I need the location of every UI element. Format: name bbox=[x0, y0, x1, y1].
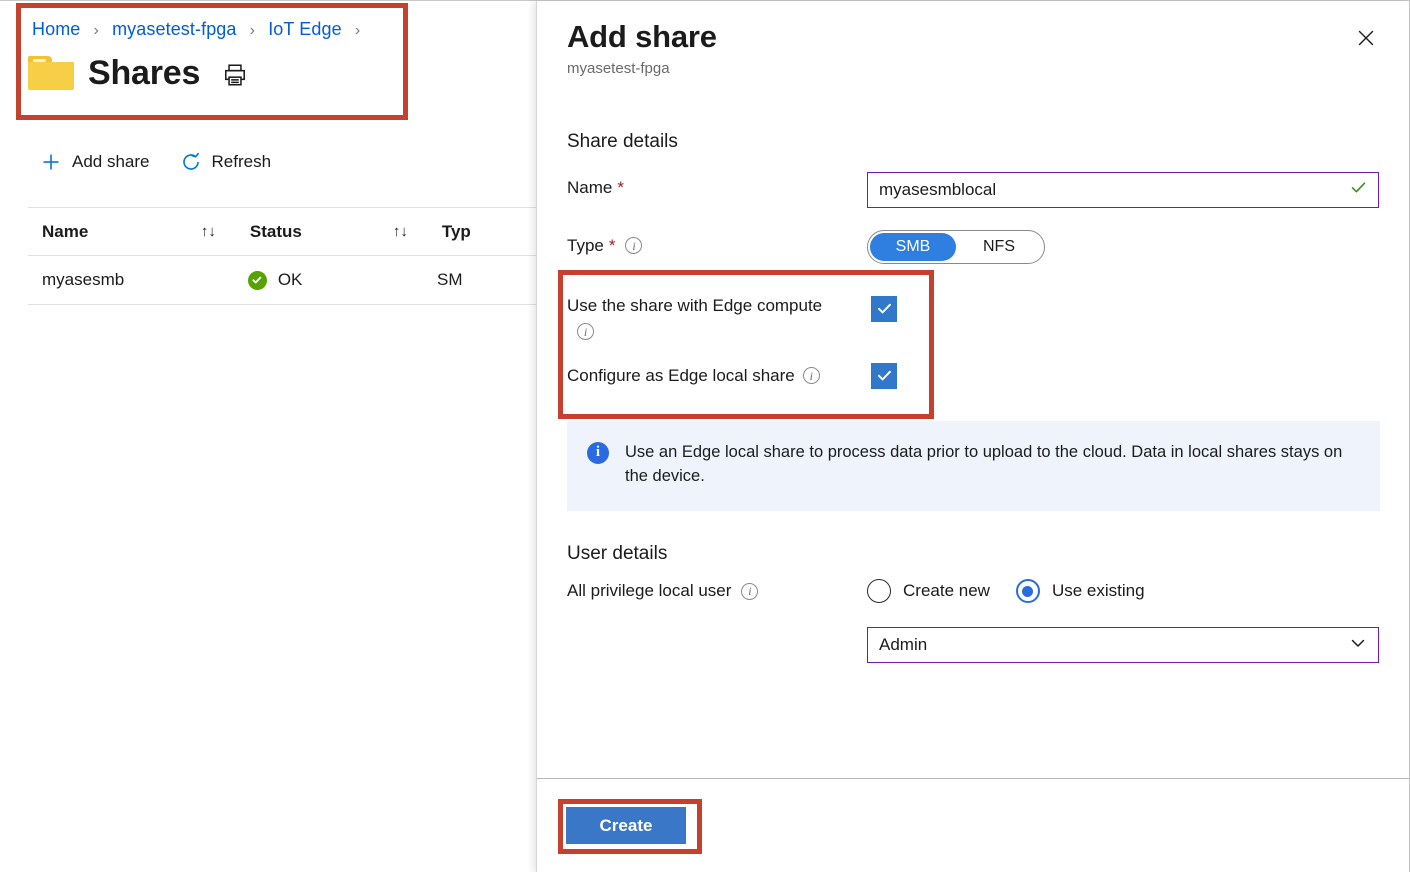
close-icon[interactable] bbox=[1349, 21, 1383, 55]
info-icon[interactable]: i bbox=[802, 367, 820, 385]
edge-local-label: Configure as Edge local share bbox=[567, 365, 795, 385]
info-banner-text: Use an Edge local share to process data … bbox=[625, 442, 1343, 485]
edge-local-row: Configure as Edge local share i bbox=[567, 362, 897, 389]
edge-compute-row: Use the share with Edge compute i bbox=[567, 295, 897, 341]
plus-icon bbox=[40, 151, 62, 173]
edge-local-checkbox[interactable] bbox=[871, 362, 897, 389]
breadcrumb-item-device[interactable]: myasetest-fpga bbox=[112, 19, 236, 39]
refresh-icon bbox=[180, 151, 202, 173]
required-marker: * bbox=[617, 177, 624, 197]
check-circle-icon bbox=[247, 270, 267, 290]
breadcrumb: Home › myasetest-fpga › IoT Edge › bbox=[32, 19, 368, 40]
type-option-smb[interactable]: SMB bbox=[870, 232, 956, 261]
type-field-row: Type * i SMB NFS bbox=[567, 229, 1379, 264]
column-header-type[interactable]: Typ bbox=[442, 222, 536, 242]
print-icon[interactable] bbox=[222, 62, 248, 88]
shares-table: Name ↑↓ Status ↑↓ Typ myasesmb OK SM bbox=[28, 207, 536, 305]
breadcrumb-separator-icon: › bbox=[249, 22, 256, 39]
breadcrumb-item-iot-edge[interactable]: IoT Edge bbox=[268, 19, 342, 39]
table-row-divider bbox=[28, 304, 536, 305]
info-filled-icon: i bbox=[587, 441, 609, 464]
table-header-row: Name ↑↓ Status ↑↓ Typ bbox=[28, 208, 536, 255]
user-select-value: Admin bbox=[879, 635, 928, 655]
add-share-label: Add share bbox=[72, 152, 150, 171]
radio-use-existing[interactable] bbox=[1015, 579, 1040, 604]
chevron-down-icon bbox=[1348, 633, 1368, 658]
create-button[interactable]: Create bbox=[566, 807, 686, 844]
shares-page: Home › myasetest-fpga › IoT Edge › Share… bbox=[0, 1, 536, 872]
name-label-text: Name bbox=[567, 177, 613, 197]
edge-local-info-banner: i Use an Edge local share to process dat… bbox=[567, 420, 1380, 511]
user-select-row: Admin bbox=[567, 627, 1379, 664]
local-user-label-text: All privilege local user bbox=[567, 581, 732, 601]
blade-subtitle: myasetest-fpga bbox=[567, 59, 670, 77]
type-label-text: Type bbox=[567, 235, 604, 255]
sort-updown-icon[interactable]: ↑↓ bbox=[201, 223, 216, 240]
local-user-row: All privilege local user i Create new Us… bbox=[567, 579, 1379, 604]
name-field-row: Name * myasesmblocal bbox=[567, 171, 1379, 208]
add-share-blade: Add share myasetest-fpga Share details N… bbox=[536, 1, 1409, 872]
radio-use-existing-label: Use existing bbox=[1051, 581, 1145, 601]
add-share-button[interactable]: Add share bbox=[40, 151, 150, 173]
info-icon[interactable]: i bbox=[741, 582, 759, 600]
page-title-row: Shares bbox=[28, 56, 248, 90]
name-field-label: Name * bbox=[567, 172, 867, 198]
edge-compute-label: Use the share with Edge compute bbox=[567, 295, 823, 315]
sort-updown-icon[interactable]: ↑↓ bbox=[393, 223, 408, 240]
radio-create-new-label: Create new bbox=[903, 581, 990, 601]
status-label: OK bbox=[277, 270, 303, 289]
breadcrumb-separator-icon: › bbox=[354, 22, 361, 39]
checkmark-icon bbox=[1349, 178, 1368, 201]
type-field-label: Type * i bbox=[567, 230, 867, 256]
blade-header: Add share myasetest-fpga bbox=[537, 1, 1409, 77]
breadcrumb-separator-icon: › bbox=[93, 22, 99, 39]
user-select[interactable]: Admin bbox=[867, 627, 1379, 664]
info-icon[interactable]: i bbox=[625, 237, 643, 255]
local-user-label: All privilege local user i bbox=[567, 581, 867, 601]
folder-icon bbox=[28, 56, 74, 90]
info-icon[interactable]: i bbox=[577, 323, 594, 341]
refresh-label: Refresh bbox=[211, 152, 272, 171]
local-user-radio-group: Create new Use existing bbox=[867, 579, 1159, 604]
required-marker: * bbox=[608, 235, 616, 255]
share-details-heading: Share details bbox=[567, 131, 678, 152]
blade-footer: Create bbox=[537, 778, 1409, 872]
type-option-nfs[interactable]: NFS bbox=[956, 233, 1042, 261]
refresh-button[interactable]: Refresh bbox=[180, 151, 272, 173]
name-input-value: myasesmblocal bbox=[879, 179, 997, 199]
user-select-spacer bbox=[567, 627, 867, 633]
edge-compute-checkbox[interactable] bbox=[871, 295, 897, 322]
user-details-heading: User details bbox=[567, 542, 668, 564]
page-title: Shares bbox=[88, 54, 201, 92]
command-bar: Add share Refresh bbox=[40, 151, 271, 173]
breadcrumb-item-home[interactable]: Home bbox=[32, 19, 80, 39]
table-row[interactable]: myasesmb OK SM bbox=[28, 256, 536, 304]
blade-body: Share details Name * myasesmblocal Type bbox=[537, 111, 1409, 778]
name-input[interactable]: myasesmblocal bbox=[867, 171, 1379, 208]
blade-title: Add share bbox=[567, 19, 717, 54]
cell-type: SM bbox=[437, 270, 463, 289]
cell-status: OK bbox=[247, 270, 433, 290]
radio-create-new[interactable] bbox=[867, 579, 891, 604]
app-root: Home › myasetest-fpga › IoT Edge › Share… bbox=[0, 0, 1410, 872]
type-toggle[interactable]: SMB NFS bbox=[867, 229, 1045, 264]
